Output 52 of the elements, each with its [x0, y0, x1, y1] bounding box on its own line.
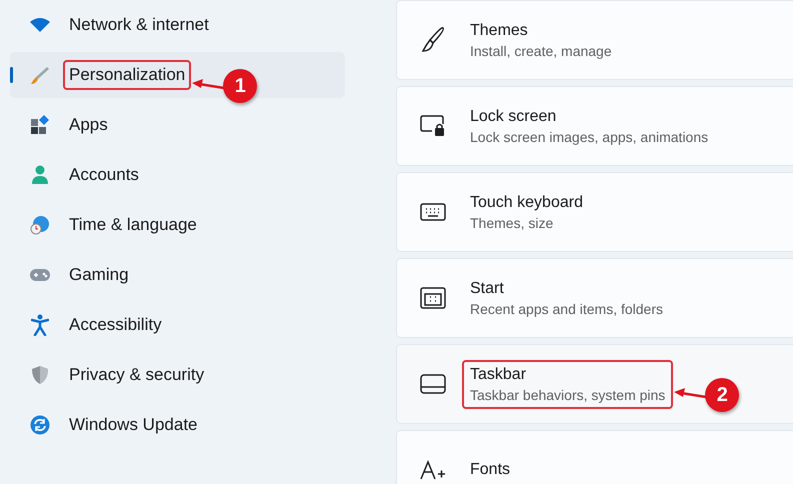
lock-screen-icon: [420, 115, 446, 137]
sidebar-item[interactable]: Gaming: [10, 252, 345, 298]
card-title: Fonts: [470, 461, 510, 479]
sidebar-label: Time & language: [68, 214, 198, 236]
card-title: Start: [470, 280, 505, 298]
start-menu-icon: [420, 287, 446, 309]
card-subtitle: Themes, size: [470, 214, 554, 230]
shield-icon: [30, 365, 48, 385]
wifi-icon: [30, 17, 50, 33]
selection-indicator: [10, 67, 13, 83]
sidebar-label: Accessibility: [68, 314, 163, 336]
sidebar-item[interactable]: Privacy & security: [10, 352, 345, 398]
update-icon: [30, 415, 50, 435]
settings-card[interactable]: Themes Install, create, manage: [396, 0, 793, 80]
apps-icon: [30, 115, 50, 135]
card-title: Lock screen: [470, 108, 558, 126]
globe-clock-icon: [30, 215, 50, 235]
sidebar-item[interactable]: Apps: [10, 102, 345, 148]
settings-card[interactable]: Fonts: [396, 430, 793, 484]
settings-card[interactable]: Touch keyboard Themes, size: [396, 172, 793, 252]
brush-icon: [30, 65, 50, 85]
sidebar-item[interactable]: Network & internet: [10, 2, 345, 48]
card-subtitle: Lock screen images, apps, animations: [470, 128, 708, 144]
taskbar-icon: [420, 374, 446, 394]
sidebar-item[interactable]: Windows Update: [10, 402, 345, 448]
sidebar-label: Apps: [68, 114, 109, 136]
accessibility-icon: [30, 314, 48, 336]
sidebar-label: Network & internet: [68, 14, 210, 36]
card-subtitle: Recent apps and items, folders: [470, 300, 663, 316]
sidebar-label: Gaming: [68, 264, 130, 286]
settings-card[interactable]: Taskbar Taskbar behaviors, system pins 2: [396, 344, 793, 424]
person-icon: [30, 165, 50, 185]
sidebar-label: Accounts: [68, 164, 140, 186]
card-subtitle: Install, create, manage: [470, 42, 612, 58]
sidebar-label: Windows Update: [68, 414, 199, 436]
card-title: Themes: [470, 22, 529, 40]
sidebar-label: Privacy & security: [68, 364, 206, 386]
sidebar-label: Personalization: [63, 60, 192, 90]
gamepad-icon: [28, 268, 50, 282]
settings-card[interactable]: Start Recent apps and items, folders: [396, 258, 793, 338]
card-title: Touch keyboard: [470, 194, 583, 212]
font-icon: [420, 460, 446, 480]
brush-icon: [421, 27, 445, 53]
step-number-badge: 2: [705, 378, 740, 412]
keyboard-icon: [420, 203, 446, 221]
sidebar-item[interactable]: Accessibility: [10, 302, 345, 348]
settings-card[interactable]: Lock screen Lock screen images, apps, animations: [396, 86, 793, 166]
card-title: Taskbar: [470, 366, 528, 384]
sidebar-item[interactable]: Accounts: [10, 152, 345, 198]
card-subtitle: Taskbar behaviors, system pins: [470, 386, 666, 402]
step-number-badge: 1: [223, 69, 258, 103]
sidebar-item[interactable]: Time & language: [10, 202, 345, 248]
